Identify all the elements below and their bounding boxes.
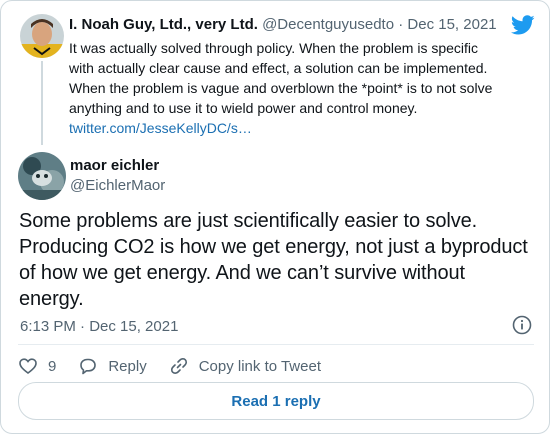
copy-link-label: Copy link to Tweet bbox=[198, 357, 321, 375]
parent-author-avatar[interactable] bbox=[20, 14, 64, 58]
parent-handle[interactable]: @Decentguyusedto bbox=[262, 16, 394, 33]
header-separator: · bbox=[398, 16, 404, 33]
main-text-line: of how we get energy. And we can’t survi… bbox=[19, 262, 465, 284]
reply-button[interactable]: Reply bbox=[78, 356, 147, 376]
quoted-tweet-link[interactable]: twitter.com/JesseKellyDC/s… bbox=[69, 120, 252, 136]
main-author-avatar[interactable] bbox=[18, 152, 66, 200]
link-icon bbox=[170, 358, 187, 374]
parent-text-line: with actually clear cause and effect, a … bbox=[69, 60, 488, 76]
like-count: 9 bbox=[48, 357, 57, 375]
reply-label: Reply bbox=[108, 357, 147, 375]
divider bbox=[18, 344, 534, 345]
tweet-actions: 9 Reply Copy link to Tweet bbox=[18, 356, 343, 376]
main-display-name[interactable]: maor eichler bbox=[70, 156, 159, 176]
parent-text-line: anything and to use it to wield power an… bbox=[69, 100, 418, 116]
read-replies-button[interactable]: Read 1 reply bbox=[18, 382, 534, 420]
reply-bubble-icon bbox=[80, 358, 97, 375]
heart-icon bbox=[19, 358, 37, 375]
main-tweet-text: Some problems are just scientifically ea… bbox=[19, 208, 539, 312]
parent-display-name[interactable]: I. Noah Guy, Ltd., very Ltd. bbox=[69, 16, 258, 33]
parent-text-line: When the problem is vague and overblown … bbox=[69, 80, 493, 96]
parent-tweet-header: I. Noah Guy, Ltd., very Ltd. @Decentguyu… bbox=[69, 15, 497, 35]
parent-date[interactable]: Dec 15, 2021 bbox=[407, 16, 496, 33]
copy-link-button[interactable]: Copy link to Tweet bbox=[169, 356, 321, 376]
tweet-timestamp[interactable]: 6:13 PM · Dec 15, 2021 bbox=[20, 317, 178, 337]
tweet-card: I. Noah Guy, Ltd., very Ltd. @Decentguyu… bbox=[0, 0, 550, 434]
thread-connector-line bbox=[41, 61, 43, 145]
twitter-bird-icon[interactable] bbox=[510, 13, 535, 37]
main-handle[interactable]: @EichlerMaor bbox=[70, 176, 165, 196]
parent-text-line: It was actually solved through policy. W… bbox=[69, 40, 479, 56]
like-button[interactable]: 9 bbox=[18, 356, 56, 376]
main-text-line: energy. bbox=[19, 288, 84, 310]
main-text-line: Producing CO2 is how we get energy, not … bbox=[19, 236, 528, 258]
parent-tweet-body: It was actually solved through policy. W… bbox=[69, 38, 529, 138]
main-text-line: Some problems are just scientifically ea… bbox=[19, 210, 478, 232]
info-icon[interactable] bbox=[511, 314, 533, 336]
